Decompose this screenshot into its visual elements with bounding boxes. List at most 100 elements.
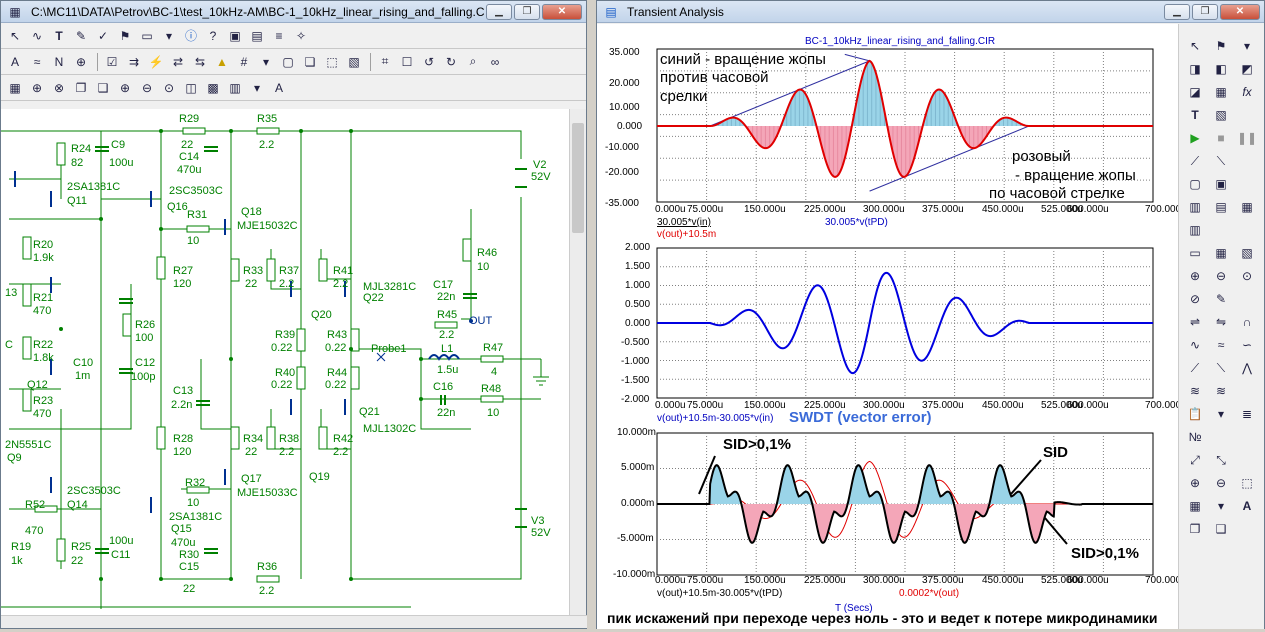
chevron-down-icon[interactable]: ▾: [247, 78, 267, 98]
cursor3-icon[interactable]: ∩: [1237, 312, 1257, 332]
help-icon[interactable]: ?: [203, 26, 223, 46]
zoom-in-icon[interactable]: ⊕: [1185, 266, 1205, 286]
text-icon[interactable]: T: [49, 26, 69, 46]
table2-icon[interactable]: ▤: [1211, 197, 1231, 217]
split3-icon[interactable]: ▧: [1237, 243, 1257, 263]
chevron-down-icon[interactable]: ▾: [256, 52, 276, 72]
chevron-down-icon[interactable]: ▾: [1211, 496, 1231, 516]
numbers-icon[interactable]: №: [1185, 427, 1205, 447]
rotate2-icon[interactable]: ↻: [441, 52, 461, 72]
chevron-down-icon[interactable]: ▾: [159, 26, 179, 46]
box-icon[interactable]: ☐: [397, 52, 417, 72]
schematic-horizontal-scrollbar[interactable]: [1, 615, 587, 628]
line-icon[interactable]: ⟋: [1185, 151, 1205, 171]
wave3-icon[interactable]: ∽: [1237, 335, 1257, 355]
split-icon[interactable]: ▭: [1185, 243, 1205, 263]
info-icon[interactable]: ⓘ: [181, 26, 201, 46]
pen-icon[interactable]: ✎: [71, 26, 91, 46]
zoom-box-icon[interactable]: ⬚: [1237, 473, 1257, 493]
stamp-icon[interactable]: ▧: [344, 52, 364, 72]
chevron-down-icon[interactable]: ▾: [1237, 36, 1257, 56]
formula-icon[interactable]: fx: [1237, 82, 1257, 102]
node-icon[interactable]: ≈: [27, 52, 47, 72]
select-box-icon[interactable]: ⬚: [322, 52, 342, 72]
stack-icon[interactable]: ❐: [1185, 519, 1205, 539]
rotate-icon[interactable]: ↺: [419, 52, 439, 72]
wave5-icon[interactable]: ≋: [1211, 381, 1231, 401]
image-icon[interactable]: ▩: [203, 78, 223, 98]
x-circle-icon[interactable]: ⊗: [49, 78, 69, 98]
library-icon[interactable]: ▣: [225, 26, 245, 46]
doc-icon[interactable]: ▤: [247, 26, 267, 46]
font-icon[interactable]: A: [1237, 496, 1257, 516]
zoom-out-icon[interactable]: ⊖: [137, 78, 157, 98]
wave-icon[interactable]: ∿: [1185, 335, 1205, 355]
list-icon[interactable]: ≡: [269, 26, 289, 46]
scroll-thumb[interactable]: [572, 123, 584, 233]
probe-icon[interactable]: ⊕: [71, 52, 91, 72]
check-icon[interactable]: ✓: [93, 26, 113, 46]
fit-icon[interactable]: ⤢: [1185, 450, 1205, 470]
stack2-icon[interactable]: ❑: [1211, 519, 1231, 539]
text-icon[interactable]: T: [1185, 105, 1205, 125]
frame-icon[interactable]: ⌗: [375, 52, 395, 72]
cursor-icon[interactable]: ⇌: [1185, 312, 1205, 332]
play-icon[interactable]: ▶: [1185, 128, 1205, 148]
select-arrow-icon[interactable]: ↖: [5, 26, 25, 46]
arrows-icon[interactable]: ⇉: [124, 52, 144, 72]
zoom-in-icon[interactable]: ⊕: [115, 78, 135, 98]
binoculars-icon[interactable]: ∞: [485, 52, 505, 72]
scale4-icon[interactable]: ◪: [1185, 82, 1205, 102]
slope2-icon[interactable]: ⟍: [1211, 358, 1231, 378]
grid-icon[interactable]: ▦: [1185, 496, 1205, 516]
calc-icon[interactable]: ▦: [5, 78, 25, 98]
minimize-button[interactable]: ▁: [486, 3, 512, 20]
fit2-icon[interactable]: ⤡: [1211, 450, 1231, 470]
arrows2-icon[interactable]: ⇄: [168, 52, 188, 72]
clipboard-icon[interactable]: 📋: [1185, 404, 1205, 424]
close-button[interactable]: ✕: [542, 3, 582, 20]
zoom-icon[interactable]: ⊘: [1185, 289, 1205, 309]
slope3-icon[interactable]: ⋀: [1237, 358, 1257, 378]
stamp-icon[interactable]: ▧: [1211, 105, 1231, 125]
line2-icon[interactable]: ⟍: [1211, 151, 1231, 171]
font-icon[interactable]: A: [269, 78, 289, 98]
schematic-canvas[interactable]: R24 82 C9 100u 2SA1381C Q11 R29 22 C14 4…: [1, 109, 569, 617]
box2-icon[interactable]: ▣: [1211, 174, 1231, 194]
grid-icon[interactable]: #: [234, 52, 254, 72]
warning-icon[interactable]: ▲: [212, 52, 232, 72]
split2-icon[interactable]: ▦: [1211, 243, 1231, 263]
select-arrow-icon[interactable]: ↖: [1185, 36, 1205, 56]
component-icon[interactable]: ⚑: [1211, 36, 1231, 56]
zoom-fit-icon[interactable]: ⊙: [159, 78, 179, 98]
page-icon[interactable]: ▢: [278, 52, 298, 72]
flag-icon[interactable]: ⚑: [115, 26, 135, 46]
find-icon[interactable]: ⌕: [463, 52, 483, 72]
minimize-button[interactable]: ▁: [1164, 3, 1190, 20]
stack-icon[interactable]: ❐: [71, 78, 91, 98]
table4-icon[interactable]: ▥: [1185, 220, 1205, 240]
arrows3-icon[interactable]: ⇆: [190, 52, 210, 72]
cursor2-icon[interactable]: ⇋: [1211, 312, 1231, 332]
table-icon[interactable]: ▥: [1185, 197, 1205, 217]
plus-circle-icon[interactable]: ⊕: [27, 78, 47, 98]
pin-icon[interactable]: N: [49, 52, 69, 72]
scale-icon[interactable]: ◨: [1185, 59, 1205, 79]
component-icon[interactable]: ▭: [137, 26, 157, 46]
bolt-icon[interactable]: ⚡: [146, 52, 166, 72]
zoom-fit-icon[interactable]: ⊙: [1237, 266, 1257, 286]
scale5-icon[interactable]: ▦: [1211, 82, 1231, 102]
restore-button[interactable]: ❐: [514, 3, 540, 20]
copy-icon[interactable]: ❏: [300, 52, 320, 72]
chevron-down-icon[interactable]: ▾: [1211, 404, 1231, 424]
list-icon[interactable]: ≣: [1237, 404, 1257, 424]
wire-icon[interactable]: ∿: [27, 26, 47, 46]
plot-area[interactable]: BC-1_10kHz_linear_rising_and_falling.CIR…: [597, 24, 1187, 629]
wave2-icon[interactable]: ≈: [1211, 335, 1231, 355]
slope-icon[interactable]: ⟋: [1185, 358, 1205, 378]
grid-check-icon[interactable]: ☑: [102, 52, 122, 72]
zoom-box-icon[interactable]: ◫: [181, 78, 201, 98]
layout-icon[interactable]: ▥: [225, 78, 245, 98]
table3-icon[interactable]: ▦: [1237, 197, 1257, 217]
close-button[interactable]: ✕: [1220, 3, 1260, 20]
